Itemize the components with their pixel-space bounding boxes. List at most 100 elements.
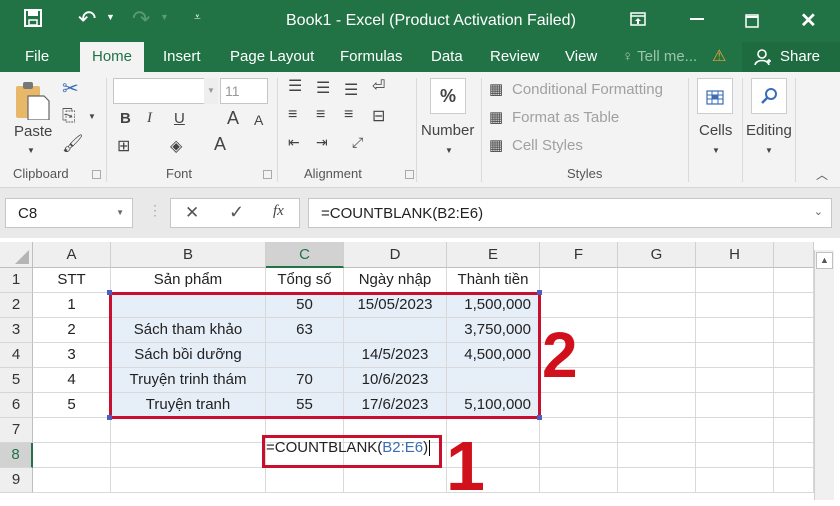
- font-color-button[interactable]: A: [214, 134, 226, 155]
- cell-a3[interactable]: 2: [33, 318, 111, 343]
- cell-f1[interactable]: [540, 268, 618, 293]
- editing-button[interactable]: Editing: [746, 122, 792, 139]
- number-dropdown-icon[interactable]: ▼: [445, 146, 453, 155]
- row-header-9[interactable]: 9: [0, 468, 33, 493]
- name-box[interactable]: C8 ▼: [5, 198, 133, 228]
- conditional-formatting-button[interactable]: Conditional Formatting: [512, 81, 663, 98]
- maximize-icon[interactable]: [745, 12, 759, 33]
- row-header-8[interactable]: 8: [0, 443, 33, 468]
- align-left-icon[interactable]: ≡: [288, 106, 297, 124]
- cut-icon[interactable]: ✂: [62, 76, 79, 101]
- collapse-ribbon-icon[interactable]: ︿: [816, 166, 828, 183]
- cell-h3[interactable]: [696, 318, 774, 343]
- cell-b7[interactable]: [111, 418, 266, 443]
- scroll-up-icon[interactable]: ▲: [816, 252, 833, 269]
- cell-styles-button[interactable]: Cell Styles: [512, 137, 583, 154]
- tab-page-layout[interactable]: Page Layout: [230, 48, 314, 65]
- editing-dropdown-icon[interactable]: ▼: [765, 146, 773, 155]
- vertical-scrollbar[interactable]: ▲: [814, 250, 834, 500]
- column-header-a[interactable]: A: [33, 242, 111, 268]
- cell-d9[interactable]: [344, 468, 447, 493]
- cells-icon[interactable]: [697, 78, 733, 114]
- column-header-h[interactable]: H: [696, 242, 774, 268]
- cell-f8[interactable]: [540, 443, 618, 468]
- cell-e1[interactable]: Thành tiền: [447, 268, 540, 293]
- row-header-4[interactable]: 4: [0, 343, 33, 368]
- cell-a4[interactable]: 3: [33, 343, 111, 368]
- align-top-icon[interactable]: ☰: [288, 76, 302, 96]
- cancel-button[interactable]: ✕: [185, 203, 199, 223]
- borders-icon[interactable]: ⊞: [117, 136, 130, 156]
- cell-g2[interactable]: [618, 293, 696, 318]
- column-header-b[interactable]: B: [111, 242, 266, 268]
- number-format-button[interactable]: %: [430, 78, 466, 114]
- tell-me-search[interactable]: ♀ Tell me...: [622, 48, 697, 65]
- number-group-label[interactable]: Number: [421, 122, 474, 139]
- cell-i9[interactable]: [774, 468, 814, 493]
- cell-f6[interactable]: [540, 393, 618, 418]
- cell-c9[interactable]: [266, 468, 344, 493]
- row-header-5[interactable]: 5: [0, 368, 33, 393]
- cell-a2[interactable]: 1: [33, 293, 111, 318]
- cell-g4[interactable]: [618, 343, 696, 368]
- tab-insert[interactable]: Insert: [163, 48, 201, 65]
- column-header-e[interactable]: E: [447, 242, 540, 268]
- close-icon[interactable]: ✕: [800, 8, 817, 33]
- tab-view[interactable]: View: [565, 48, 597, 65]
- formula-input[interactable]: =COUNTBLANK(B2:E6) ⌄: [308, 198, 832, 228]
- italic-button[interactable]: I: [147, 110, 152, 127]
- undo-dropdown-icon[interactable]: ▼: [106, 12, 115, 22]
- cell-b9[interactable]: [111, 468, 266, 493]
- cell-i8[interactable]: [774, 443, 814, 468]
- font-launcher-icon[interactable]: [263, 170, 272, 179]
- editing-cell-c8[interactable]: =COUNTBLANK(B2:E6): [266, 439, 431, 457]
- shrink-font-button[interactable]: A: [254, 112, 263, 128]
- cell-i1[interactable]: [774, 268, 814, 293]
- cell-a7[interactable]: [33, 418, 111, 443]
- align-right-icon[interactable]: ≡: [344, 106, 353, 124]
- cell-i2[interactable]: [774, 293, 814, 318]
- row-header-7[interactable]: 7: [0, 418, 33, 443]
- share-button[interactable]: Share: [742, 42, 840, 72]
- decrease-indent-icon[interactable]: ⇤: [288, 134, 300, 151]
- wrap-text-icon[interactable]: ⏎: [372, 76, 385, 96]
- tab-review[interactable]: Review: [490, 48, 539, 65]
- cell-h7[interactable]: [696, 418, 774, 443]
- tab-home[interactable]: Home: [80, 42, 145, 72]
- column-header-f[interactable]: F: [540, 242, 618, 268]
- cell-h6[interactable]: [696, 393, 774, 418]
- cell-h9[interactable]: [696, 468, 774, 493]
- cell-i6[interactable]: [774, 393, 814, 418]
- column-header-c[interactable]: C: [266, 242, 344, 268]
- cell-a5[interactable]: 4: [33, 368, 111, 393]
- underline-button[interactable]: U: [174, 110, 185, 127]
- cell-g1[interactable]: [618, 268, 696, 293]
- align-center-icon[interactable]: ≡: [316, 106, 325, 124]
- select-all-button[interactable]: [0, 242, 33, 268]
- cell-c1[interactable]: Tổng số: [266, 268, 344, 293]
- align-bottom-icon[interactable]: ☰: [344, 80, 358, 100]
- font-size-input[interactable]: 11: [220, 78, 268, 104]
- cell-g6[interactable]: [618, 393, 696, 418]
- cell-a8[interactable]: [33, 443, 111, 468]
- cell-a1[interactable]: STT: [33, 268, 111, 293]
- cell-b1[interactable]: Sản phẩm: [111, 268, 266, 293]
- clipboard-launcher-icon[interactable]: [92, 170, 101, 179]
- font-name-dropdown-icon[interactable]: ▼: [204, 78, 218, 104]
- align-middle-icon[interactable]: ☰: [316, 78, 330, 98]
- cell-f7[interactable]: [540, 418, 618, 443]
- worksheet-grid[interactable]: A B C D E F G H 1 STT Sản phẩm Tổng số Ngày …: [0, 238, 840, 505]
- cell-a6[interactable]: 5: [33, 393, 111, 418]
- cell-g9[interactable]: [618, 468, 696, 493]
- undo-icon[interactable]: ↶: [78, 6, 96, 32]
- save-icon[interactable]: [24, 9, 42, 32]
- fill-color-icon[interactable]: ◈: [170, 136, 182, 156]
- cell-g7[interactable]: [618, 418, 696, 443]
- alignment-launcher-icon[interactable]: [405, 170, 414, 179]
- minimize-icon[interactable]: [690, 18, 704, 20]
- copy-icon[interactable]: ⎘: [62, 106, 76, 126]
- cells-dropdown-icon[interactable]: ▼: [712, 146, 720, 155]
- merge-center-icon[interactable]: ⊟: [372, 106, 385, 126]
- name-box-dropdown-icon[interactable]: ▼: [116, 208, 124, 217]
- orientation-icon[interactable]: ⤢: [352, 134, 363, 151]
